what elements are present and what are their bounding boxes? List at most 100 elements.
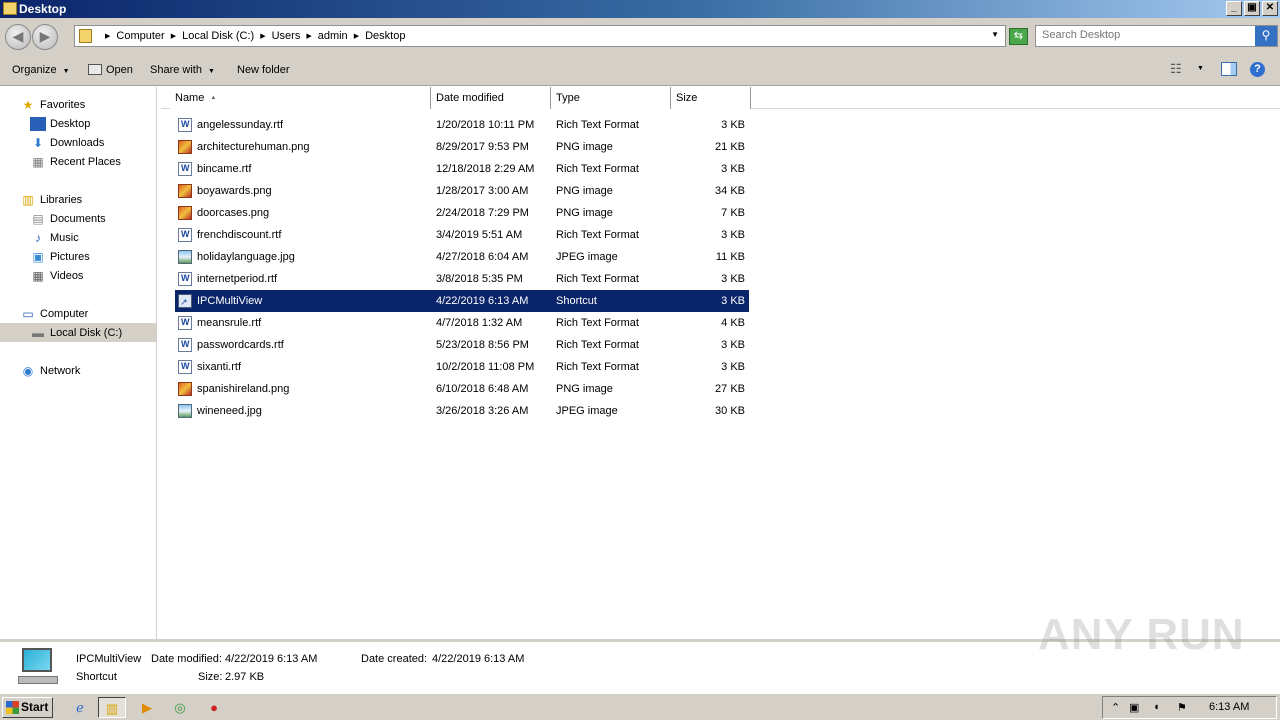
breadcrumb-item[interactable]: admin: [318, 30, 348, 42]
share-with-label: Share with: [150, 64, 202, 76]
jpg-file-icon: [178, 404, 192, 418]
nav-label: Network: [40, 364, 81, 377]
action-center-flag-icon[interactable]: ⚑: [1177, 701, 1187, 714]
nav-computer[interactable]: ▭ Computer: [0, 304, 157, 323]
clock[interactable]: 6:13 AM: [1209, 701, 1249, 713]
chevron-right-icon[interactable]: ▶: [171, 32, 176, 40]
column-header-date[interactable]: Date modified: [431, 87, 551, 109]
search-box[interactable]: ⚲: [1035, 25, 1278, 47]
file-type: Shortcut: [556, 295, 597, 307]
file-row[interactable]: boyawards.png 1/28/2017 3:00 AM PNG image 3…: [175, 180, 749, 202]
file-row[interactable]: IPCMultiView 4/22/2019 6:13 AM Shortcut 3 K…: [175, 290, 749, 312]
file-row[interactable]: architecturehuman.png 8/29/2017 9:53 PM PN…: [175, 136, 749, 158]
chevron-right-icon[interactable]: ▶: [260, 32, 265, 40]
nav-pictures[interactable]: ▣ Pictures: [0, 247, 157, 266]
breadcrumb-item[interactable]: Computer: [116, 30, 164, 42]
restore-button[interactable]: ▣: [1244, 1, 1260, 16]
internet-explorer-icon[interactable]: ℯ: [66, 697, 94, 718]
nav-label: Videos: [50, 269, 84, 282]
network-icon[interactable]: ▣: [1129, 701, 1139, 714]
minimize-button[interactable]: _: [1226, 1, 1242, 16]
file-name: meansrule.rtf: [197, 317, 262, 329]
breadcrumb-item[interactable]: Desktop: [365, 30, 405, 42]
search-input[interactable]: [1042, 29, 1252, 41]
nav-network[interactable]: ◉ Network: [0, 361, 157, 380]
close-button[interactable]: ✕: [1262, 1, 1278, 16]
breadcrumb-items: ▶ Computer ▶ Local Disk (C:) ▶ Users ▶ admin ▶ De…: [99, 30, 405, 42]
window-controls: _ ▣ ✕: [1226, 1, 1278, 16]
address-bar: ◀ ▶ ▶ Computer ▶ Local Disk (C:) ▶ Users ▶ admi…: [0, 18, 1280, 54]
media-player-icon[interactable]: ▶: [133, 697, 161, 718]
file-row[interactable]: doorcases.png 2/24/2018 7:29 PM PNG image 7…: [175, 202, 749, 224]
show-hidden-icons-icon[interactable]: ⌃: [1111, 701, 1120, 714]
file-row[interactable]: internetperiod.rtf 3/8/2018 5:35 PM Rich T…: [175, 268, 749, 290]
file-name: spanishireland.png: [197, 383, 290, 395]
column-header-name[interactable]: Name ▲: [170, 87, 431, 109]
file-date-modified: 4/27/2018 6:04 AM: [436, 251, 529, 263]
breadcrumb-item[interactable]: Local Disk (C:): [182, 30, 254, 42]
nav-label: Local Disk (C:): [50, 326, 123, 339]
file-type: PNG image: [556, 185, 613, 197]
volume-icon[interactable]: ◖: [1153, 701, 1160, 713]
chevron-right-icon[interactable]: ▶: [105, 32, 110, 40]
breadcrumb[interactable]: ▶ Computer ▶ Local Disk (C:) ▶ Users ▶ admin ▶ De…: [74, 25, 1006, 47]
file-row[interactable]: frenchdiscount.rtf 3/4/2019 5:51 AM Rich T…: [175, 224, 749, 246]
png-file-icon: [178, 206, 192, 220]
nav-libraries[interactable]: ▥ Libraries: [0, 190, 157, 209]
chevron-right-icon[interactable]: ▶: [354, 32, 359, 40]
share-with-button[interactable]: Share with ▼: [150, 64, 215, 76]
refresh-button[interactable]: ⇆: [1009, 28, 1028, 45]
new-folder-button[interactable]: New folder: [237, 64, 290, 76]
breadcrumb-item[interactable]: Users: [272, 30, 301, 42]
recent-places-icon: ▦: [32, 154, 44, 169]
file-date-modified: 3/26/2018 3:26 AM: [436, 405, 529, 417]
organize-button[interactable]: Organize ▼: [12, 64, 70, 76]
keyboard-icon: [18, 676, 58, 684]
file-name: internetperiod.rtf: [197, 273, 278, 285]
nav-recent-places[interactable]: ▦ Recent Places: [0, 152, 157, 171]
nav-music[interactable]: ♪ Music: [0, 228, 157, 247]
nav-favorites[interactable]: ★ Favorites: [0, 95, 157, 114]
file-row[interactable]: wineneed.jpg 3/26/2018 3:26 AM JPEG image 3…: [175, 400, 749, 422]
rtf-file-icon: [178, 272, 192, 286]
file-row[interactable]: sixanti.rtf 10/2/2018 11:08 PM Rich Text F…: [175, 356, 749, 378]
file-row[interactable]: passwordcards.rtf 5/23/2018 8:56 PM Rich T…: [175, 334, 749, 356]
file-size: 3 KB: [721, 361, 745, 373]
png-file-icon: [178, 184, 192, 198]
nav-videos[interactable]: ▦ Videos: [0, 266, 157, 285]
back-button[interactable]: ◀: [5, 24, 31, 50]
search-icon[interactable]: ⚲: [1255, 26, 1277, 46]
file-name: wineneed.jpg: [197, 405, 262, 417]
open-button[interactable]: Open: [88, 64, 133, 76]
start-button[interactable]: Start: [2, 697, 53, 718]
explorer-taskbar-button[interactable]: ▥: [98, 697, 126, 718]
file-row[interactable]: angelessunday.rtf 1/20/2018 10:11 PM Rich …: [175, 114, 749, 136]
chrome-icon[interactable]: ◎: [166, 697, 194, 718]
chevron-down-icon[interactable]: ▼: [991, 30, 999, 39]
file-row[interactable]: meansrule.rtf 4/7/2018 1:32 AM Rich Text F…: [175, 312, 749, 334]
chevron-down-icon[interactable]: ▼: [1197, 65, 1204, 72]
stop-icon[interactable]: ●: [200, 697, 228, 718]
preview-pane-icon[interactable]: [1221, 62, 1237, 76]
rtf-file-icon: [178, 228, 192, 242]
star-icon: ★: [22, 97, 34, 112]
file-size: 30 KB: [715, 405, 745, 417]
nav-downloads[interactable]: ⬇ Downloads: [0, 133, 157, 152]
file-row[interactable]: bincame.rtf 12/18/2018 2:29 AM Rich Text F…: [175, 158, 749, 180]
change-view-icon[interactable]: ☷: [1170, 62, 1186, 76]
file-row[interactable]: holidaylanguage.jpg 4/27/2018 6:04 AM JPEG…: [175, 246, 749, 268]
nav-desktop[interactable]: Desktop: [0, 114, 157, 133]
file-row[interactable]: spanishireland.png 6/10/2018 6:48 AM PNG i…: [175, 378, 749, 400]
column-header-size[interactable]: Size: [671, 87, 751, 109]
nav-local-disk[interactable]: ▬ Local Disk (C:): [0, 323, 157, 342]
file-date-modified: 2/24/2018 7:29 PM: [436, 207, 529, 219]
jpg-file-icon: [178, 250, 192, 264]
chevron-right-icon[interactable]: ▶: [306, 32, 311, 40]
file-date-modified: 12/18/2018 2:29 AM: [436, 163, 535, 175]
nav-documents[interactable]: ▤ Documents: [0, 209, 157, 228]
help-icon[interactable]: ?: [1250, 62, 1265, 77]
file-type: Rich Text Format: [556, 119, 639, 131]
column-header-type[interactable]: Type: [551, 87, 671, 109]
forward-button[interactable]: ▶: [32, 24, 58, 50]
windows-logo-icon: [6, 701, 19, 714]
